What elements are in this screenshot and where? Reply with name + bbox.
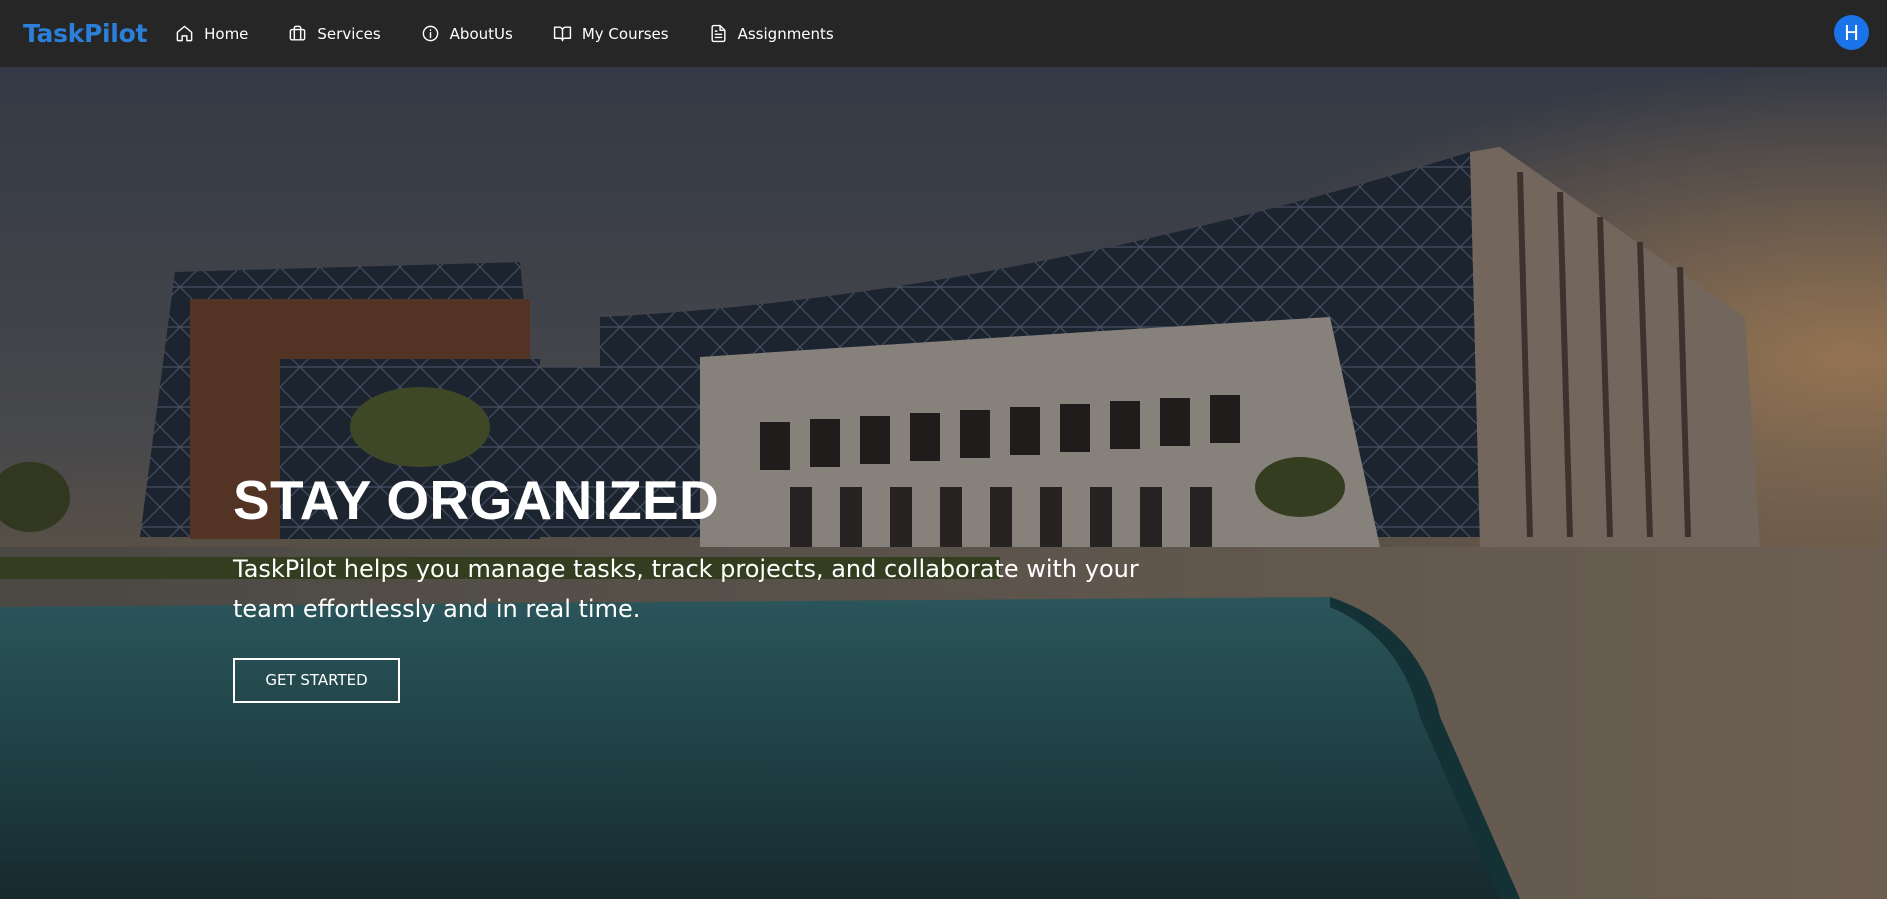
get-started-button[interactable]: GET STARTED [233,657,400,703]
home-icon [176,25,193,42]
nav-item-label: AboutUs [449,24,513,43]
hero-content: STAY ORGANIZED TaskPilot helps you manag… [233,470,1233,703]
nav-item-label: Assignments [737,24,834,43]
nav-item-services[interactable]: Services [268,0,400,67]
user-avatar[interactable]: H [1834,15,1869,50]
top-navbar: TaskPilot Home Services AboutUs My Cours… [0,0,1887,67]
nav-item-label: Home [204,24,249,43]
nav-item-label: My Courses [581,24,669,43]
brand-logo[interactable]: TaskPilot [23,19,147,48]
hero-title: STAY ORGANIZED [233,469,720,531]
nav-item-label: Services [317,24,381,43]
document-icon [711,24,726,43]
nav-list: Home Services AboutUs My Courses Assignm… [155,0,854,67]
briefcase-icon [290,25,306,41]
nav-item-assignments[interactable]: Assignments [689,0,854,67]
hero-section: STAY ORGANIZED TaskPilot helps you manag… [0,67,1887,899]
nav-item-my-courses[interactable]: My Courses [533,0,689,67]
book-icon [553,26,571,42]
hero-description: TaskPilot helps you manage tasks, track … [233,554,1139,623]
nav-item-home[interactable]: Home [155,0,268,67]
info-icon [422,25,439,42]
nav-item-aboutus[interactable]: AboutUs [401,0,533,67]
